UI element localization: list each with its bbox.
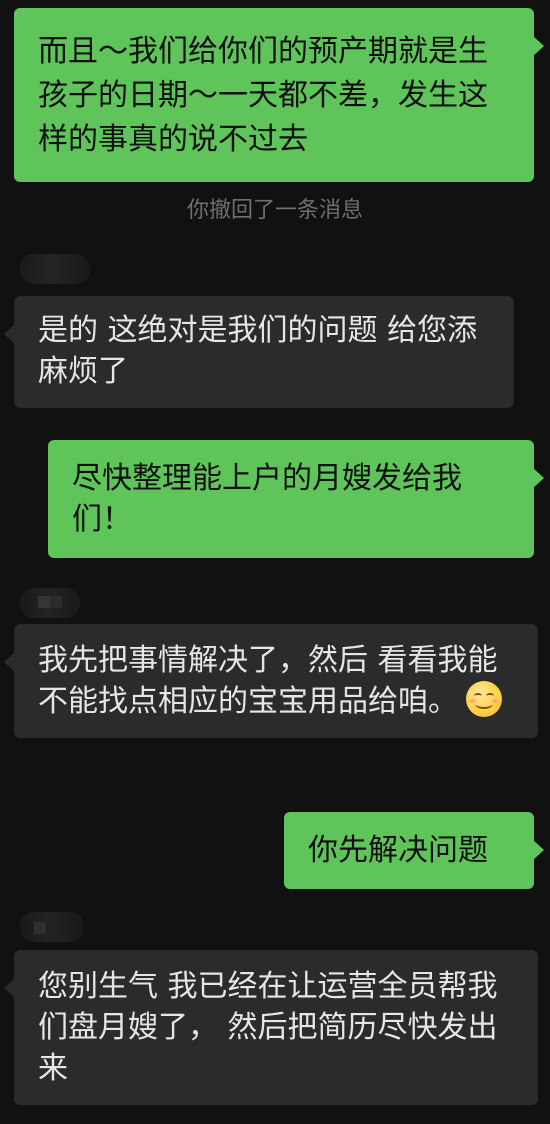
smiling-face-emoji-icon <box>466 681 502 717</box>
sender-avatar-blurred <box>20 254 90 284</box>
message-text: 尽快整理能上户的月嫂发给我们！ <box>72 461 462 537</box>
sender-avatar-blurred <box>20 588 80 618</box>
message-text: 是的 这绝对是我们的问题 给您添麻烦了 <box>38 313 478 389</box>
received-message-bubble[interactable]: 是的 这绝对是我们的问题 给您添麻烦了 <box>4 296 514 408</box>
sent-message-bubble[interactable]: 尽快整理能上户的月嫂发给我们！ <box>48 440 544 558</box>
sender-avatar-blurred <box>20 912 84 942</box>
chat-conversation: 而且～我们给你们的预产期就是生孩子的日期～一天都不差，发生这样的事真的说不过去 … <box>0 0 550 1124</box>
message-text: 我先把事情解决了，然后 看看我能不能找点相应的宝宝用品给咱。 <box>38 643 498 719</box>
sent-message-bubble[interactable]: 你先解决问题 <box>284 812 544 889</box>
received-message-bubble[interactable]: 我先把事情解决了，然后 看看我能不能找点相应的宝宝用品给咱。 <box>4 624 538 738</box>
received-message-bubble[interactable]: 您别生气 我已经在让运营全员帮我们盘月嫂了， 然后把简历尽快发出来 <box>4 950 538 1105</box>
recall-notice: 你撤回了一条消息 <box>0 194 550 228</box>
message-text: 您别生气 我已经在让运营全员帮我们盘月嫂了， 然后把简历尽快发出来 <box>38 969 498 1086</box>
message-text: 而且～我们给你们的预产期就是生孩子的日期～一天都不差，发生这样的事真的说不过去 <box>38 34 488 157</box>
sent-message-bubble[interactable]: 而且～我们给你们的预产期就是生孩子的日期～一天都不差，发生这样的事真的说不过去 <box>14 8 544 182</box>
message-text: 你先解决问题 <box>308 833 488 868</box>
recall-notice-text: 你撤回了一条消息 <box>186 198 363 223</box>
